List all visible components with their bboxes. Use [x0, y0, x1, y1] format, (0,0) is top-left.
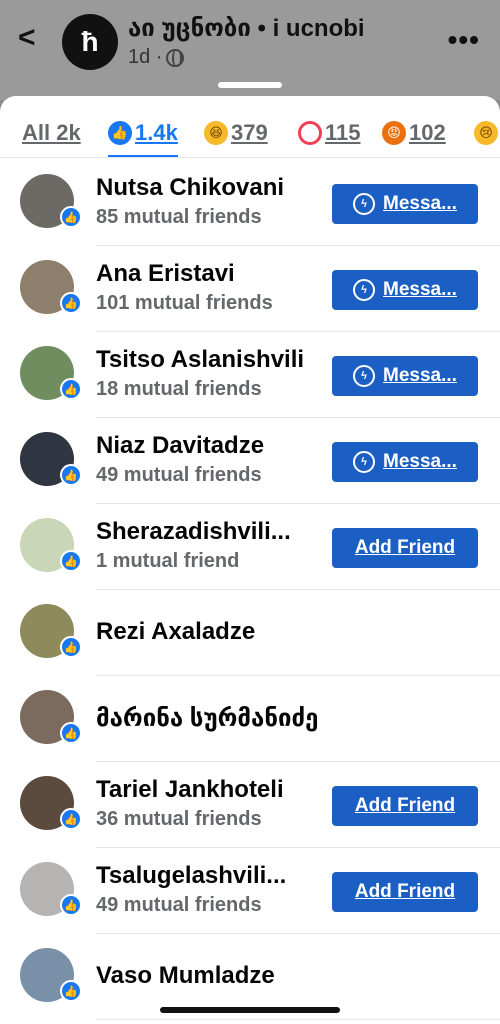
add-friend-button[interactable]: Add Friend	[332, 872, 478, 912]
like-badge-icon: 👍	[60, 378, 82, 400]
mutual-friends: 85 mutual friends	[96, 206, 262, 228]
mutual-friends: 49 mutual friends	[96, 894, 262, 916]
tab-all-label: All 2k	[22, 120, 81, 145]
like-badge-icon: 👍	[60, 808, 82, 830]
more-options-button[interactable]: •••	[448, 24, 480, 56]
mutual-friends: 1 mutual friend	[96, 550, 240, 572]
person-name[interactable]: Sherazadishvili...	[96, 518, 291, 546]
person-name[interactable]: Niaz Davitadze	[96, 432, 264, 460]
reaction-tabs: All 2k 👍 1.4k 😆 379 115 😡 102 😢	[0, 108, 500, 158]
list-item[interactable]: 👍 Niaz Davitadze 49 mutual friends ϟ Mes…	[20, 418, 500, 504]
list-item[interactable]: 👍 Rezi Axaladze	[20, 590, 500, 676]
reactor-list: 👍 Nutsa Chikovani 85 mutual friends ϟ Me…	[0, 160, 500, 1020]
list-item[interactable]: 👍 Tariel Jankhoteli 36 mutual friends Ad…	[20, 762, 500, 848]
like-badge-icon: 👍	[60, 464, 82, 486]
mutual-friends: 49 mutual friends	[96, 464, 262, 486]
messenger-icon: ϟ	[353, 451, 376, 473]
list-item[interactable]: 👍 Nutsa Chikovani 85 mutual friends ϟ Me…	[20, 160, 500, 246]
list-item[interactable]: 👍 მარინა სურმანიძე	[20, 676, 500, 762]
message-button-label: Messa...	[383, 451, 457, 472]
person-name[interactable]: Tsitso Aslanishvili	[96, 346, 304, 374]
messenger-icon: ϟ	[353, 365, 376, 387]
list-item[interactable]: 👍 Tsitso Aslanishvili 18 mutual friends …	[20, 332, 500, 418]
tab-angry[interactable]: 😡 102	[382, 108, 446, 157]
tab-haha[interactable]: 😆 379	[204, 108, 268, 157]
person-name[interactable]: Ana Eristavi	[96, 260, 235, 288]
person-name[interactable]: Tariel Jankhoteli	[96, 776, 284, 804]
person-name[interactable]: Nutsa Chikovani	[96, 174, 284, 202]
home-indicator	[160, 1007, 340, 1013]
like-badge-icon: 👍	[60, 550, 82, 572]
haha-icon: 😆	[204, 121, 228, 145]
person-name[interactable]: მარინა სურმანიძე	[96, 704, 318, 733]
add-friend-button[interactable]: Add Friend	[332, 528, 478, 568]
reactions-sheet: All 2k 👍 1.4k 😆 379 115 😡 102 😢 👍 Nutsa …	[0, 82, 500, 1024]
tab-like[interactable]: 👍 1.4k	[108, 108, 178, 157]
message-button[interactable]: ϟ Messa...	[332, 442, 478, 482]
back-button[interactable]: <	[18, 20, 48, 56]
person-name[interactable]: Rezi Axaladze	[96, 618, 255, 646]
love-icon	[298, 121, 322, 145]
list-item[interactable]: 👍 Sherazadishvili... 1 mutual friend Add…	[20, 504, 500, 590]
messenger-icon: ϟ	[353, 193, 376, 215]
angry-icon: 😡	[382, 121, 406, 145]
person-name[interactable]: Vaso Mumladze	[96, 962, 275, 990]
post-age: 1d ·	[128, 46, 163, 68]
tab-love-label: 115	[325, 120, 361, 145]
add-friend-button[interactable]: Add Friend	[332, 786, 478, 826]
message-button[interactable]: ϟ Messa...	[332, 356, 478, 396]
tab-love[interactable]: 115	[298, 108, 361, 157]
mutual-friends: 36 mutual friends	[96, 808, 262, 830]
tab-haha-label: 379	[231, 120, 268, 145]
page-avatar-glyph: ħ	[81, 26, 99, 57]
sheet-grabber[interactable]	[218, 82, 282, 88]
message-button[interactable]: ϟ Messa...	[332, 270, 478, 310]
tab-sad[interactable]: 😢	[474, 108, 498, 157]
mutual-friends: 101 mutual friends	[96, 292, 273, 314]
like-badge-icon: 👍	[60, 292, 82, 314]
like-badge-icon: 👍	[60, 980, 82, 1002]
add-friend-button-label: Add Friend	[354, 537, 456, 558]
message-button-label: Messa...	[383, 365, 457, 386]
messenger-icon: ϟ	[353, 279, 376, 301]
like-badge-icon: 👍	[60, 722, 82, 744]
message-button-label: Messa...	[383, 193, 457, 214]
add-friend-button-label: Add Friend	[354, 795, 456, 816]
like-icon: 👍	[108, 121, 132, 145]
person-name[interactable]: Tsalugelashvili...	[96, 862, 286, 890]
like-badge-icon: 👍	[60, 636, 82, 658]
list-item[interactable]: 👍 Tsalugelashvili... 49 mutual friends A…	[20, 848, 500, 934]
list-item[interactable]: 👍 Ana Eristavi 101 mutual friends ϟ Mess…	[20, 246, 500, 332]
tab-all[interactable]: All 2k	[22, 108, 81, 157]
globe-icon	[166, 48, 185, 67]
message-button-label: Messa...	[383, 279, 457, 300]
mutual-friends: 18 mutual friends	[96, 378, 262, 400]
page-title[interactable]: აი უცნობი • i ucnobi	[128, 14, 365, 43]
like-badge-icon: 👍	[60, 206, 82, 228]
sad-icon: 😢	[474, 121, 498, 145]
tab-angry-label: 102	[409, 120, 446, 145]
page-avatar[interactable]: ħ	[62, 14, 118, 70]
add-friend-button-label: Add Friend	[354, 881, 456, 902]
post-meta: 1d ·	[128, 46, 185, 69]
message-button[interactable]: ϟ Messa...	[332, 184, 478, 224]
like-badge-icon: 👍	[60, 894, 82, 916]
tab-like-label: 1.4k	[135, 120, 178, 145]
